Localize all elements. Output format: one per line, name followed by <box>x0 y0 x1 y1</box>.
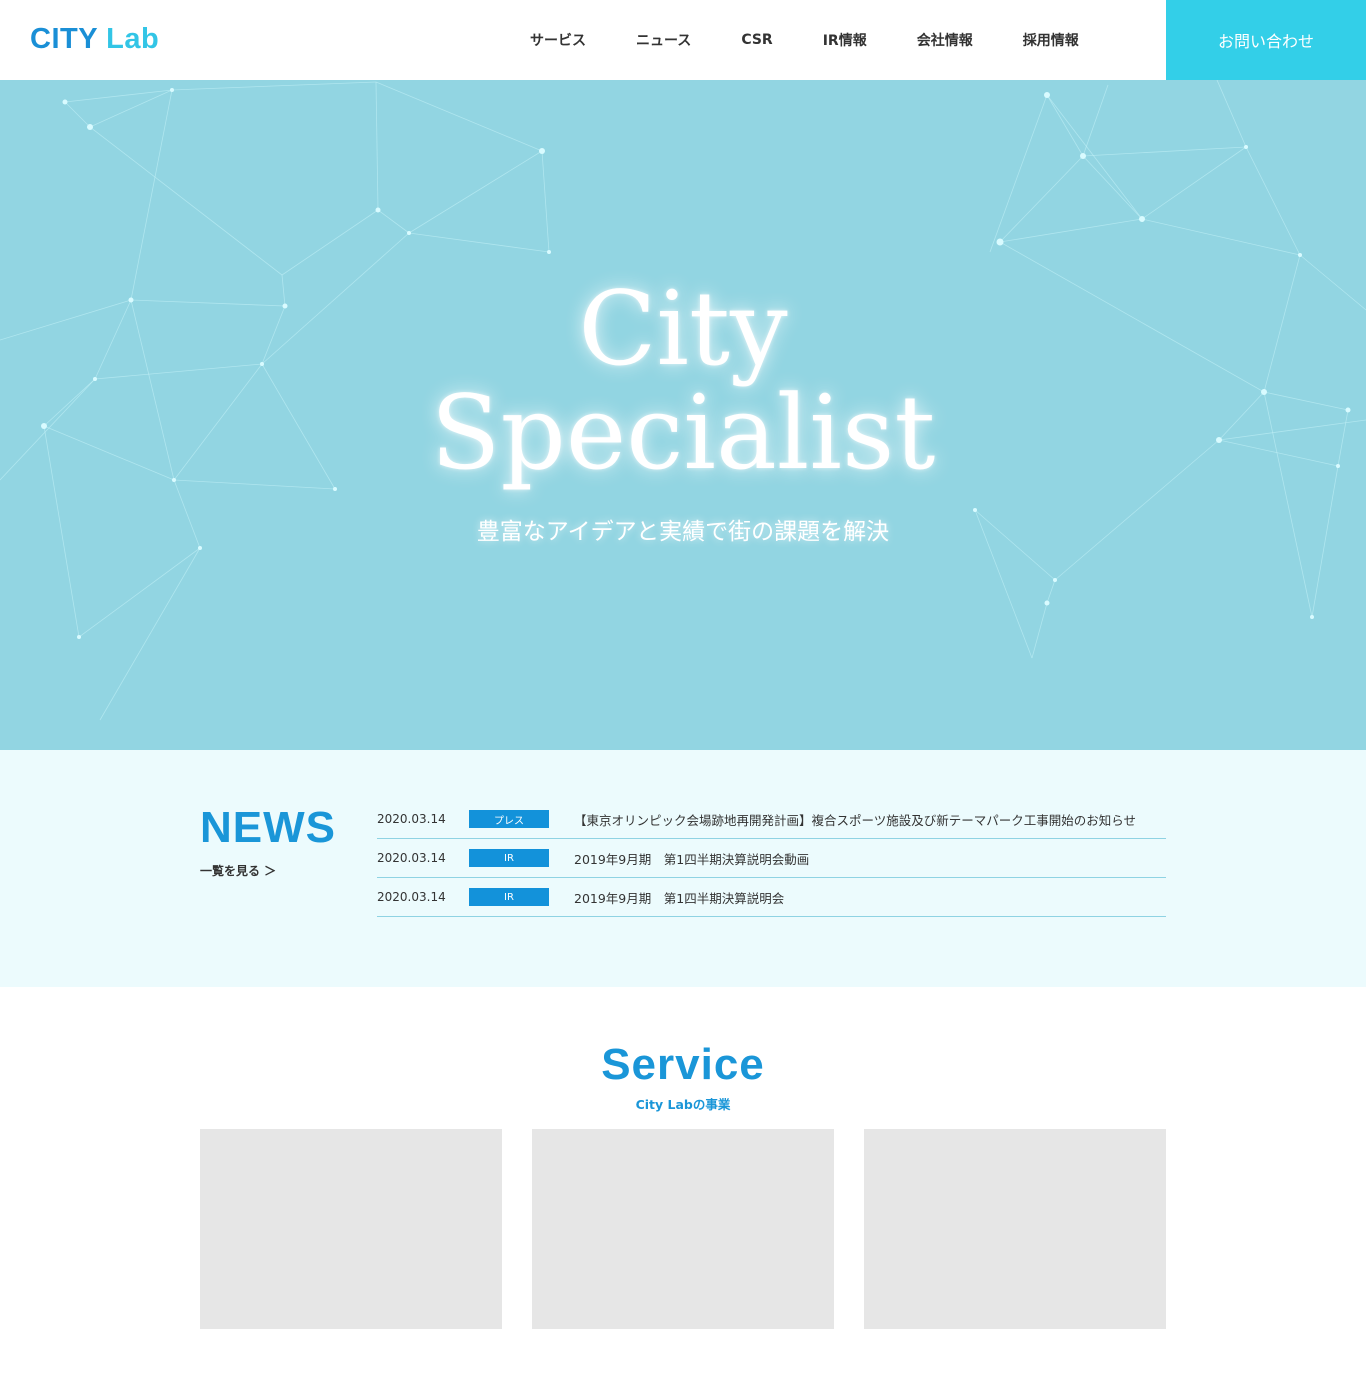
site-logo[interactable]: CITY Lab <box>30 20 159 58</box>
contact-button[interactable]: お問い合わせ <box>1166 0 1366 80</box>
news-date: 2020.03.14 <box>377 851 446 865</box>
news-title[interactable]: 2019年9月期 第1四半期決算説明会動画 <box>574 849 809 868</box>
news-title[interactable]: 2019年9月期 第1四半期決算説明会 <box>574 888 784 907</box>
news-category-badge: プレス <box>469 810 549 828</box>
nav-item-ir[interactable]: IR情報 <box>823 30 867 50</box>
hero-section: City Specialist 豊富なアイデアと実績で街の課題を解決 <box>0 80 1366 750</box>
news-item[interactable]: 2020.03.14 プレス 【東京オリンピック会場跡地再開発計画】複合スポーツ… <box>377 800 1166 839</box>
site-header: CITY Lab サービス ニュース CSR IR情報 会社情報 採用情報 お問… <box>0 0 1366 80</box>
nav-item-service[interactable]: サービス <box>530 30 586 50</box>
service-card-image-placeholder[interactable] <box>864 1129 1166 1329</box>
logo-lab: Lab <box>106 23 160 55</box>
news-title[interactable]: 【東京オリンピック会場跡地再開発計画】複合スポーツ施設及び新テーマパーク工事開始… <box>574 810 1136 829</box>
hero-subtitle: 豊富なアイデアと実績で街の課題を解決 <box>476 519 890 545</box>
nav-item-csr[interactable]: CSR <box>741 32 772 48</box>
service-heading: Service <box>601 1040 765 1089</box>
nav-item-recruit[interactable]: 採用情報 <box>1023 30 1079 50</box>
news-item[interactable]: 2020.03.14 IR 2019年9月期 第1四半期決算説明会 <box>377 878 1166 917</box>
logo-city: CITY <box>30 23 98 55</box>
news-list: 2020.03.14 プレス 【東京オリンピック会場跡地再開発計画】複合スポーツ… <box>377 800 1166 917</box>
nav-item-news[interactable]: ニュース <box>636 30 691 50</box>
service-subheading: City Labの事業 <box>635 1097 731 1112</box>
main-nav: サービス ニュース CSR IR情報 会社情報 採用情報 <box>505 0 1104 80</box>
hero-title-line1: City <box>578 270 788 389</box>
news-item[interactable]: 2020.03.14 IR 2019年9月期 第1四半期決算説明会動画 <box>377 839 1166 878</box>
hero-title-line2: Specialist <box>430 374 936 493</box>
news-heading: NEWS <box>200 803 336 852</box>
news-date: 2020.03.14 <box>377 812 446 826</box>
service-card-image-placeholder[interactable] <box>200 1129 502 1329</box>
nav-item-company[interactable]: 会社情報 <box>917 30 973 50</box>
news-more-link[interactable]: 一覧を見る ＞ <box>200 862 276 879</box>
news-date: 2020.03.14 <box>377 890 446 904</box>
news-category-badge: IR <box>469 888 549 906</box>
news-category-badge: IR <box>469 849 549 867</box>
news-section: NEWS 一覧を見る ＞ 2020.03.14 プレス 【東京オリンピック会場跡… <box>0 750 1366 987</box>
service-card-image-placeholder[interactable] <box>532 1129 834 1329</box>
